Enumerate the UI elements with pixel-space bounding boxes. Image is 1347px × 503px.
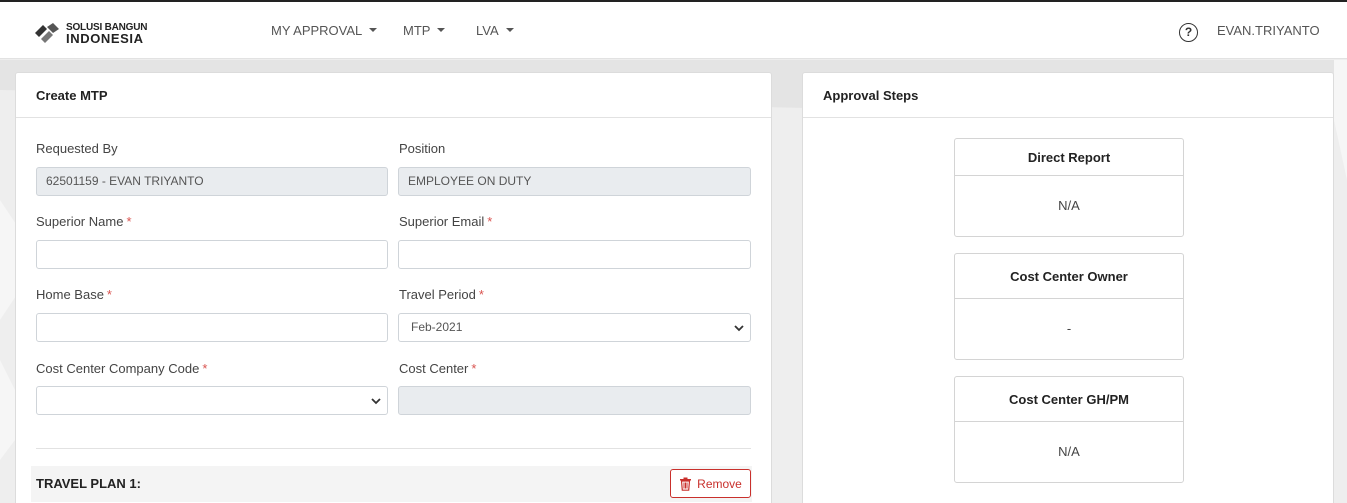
chevron-down-icon [371, 398, 381, 405]
approval-step-title: Cost Center Owner [955, 254, 1183, 299]
nav-mtp-label: MTP [403, 23, 431, 38]
cost-center-company-code-select[interactable] [36, 386, 388, 415]
chevron-down-icon [734, 325, 744, 332]
nav-mtp[interactable]: MTP [403, 23, 446, 38]
approval-step-value: N/A [1058, 444, 1080, 459]
remove-button-label: Remove [697, 476, 742, 491]
home-base-input[interactable] [36, 313, 388, 342]
travel-plan-header: TRAVEL PLAN 1: Remove [31, 466, 752, 502]
nav-lva-label: LVA [476, 23, 499, 38]
required-mark: * [106, 287, 112, 302]
position-label: Position [399, 141, 446, 156]
requested-by-field: 62501159 - EVAN TRIYANTO [36, 167, 388, 196]
home-base-label-text: Home Base [36, 287, 104, 302]
home-base-label: Home Base * [36, 287, 112, 302]
form-divider [36, 448, 751, 449]
travel-period-label: Travel Period * [399, 287, 484, 302]
cost-center-label-text: Cost Center [399, 361, 469, 376]
create-mtp-card: Create MTP Requested By 62501159 - EVAN … [15, 72, 772, 503]
remove-travel-plan-button[interactable]: Remove [670, 469, 751, 498]
brand-logo[interactable]: SOLUSI BANGUN INDONESIA [33, 21, 147, 45]
required-mark: * [487, 214, 493, 229]
approval-step-value: N/A [1058, 198, 1080, 213]
required-mark: * [202, 361, 208, 376]
required-mark: * [478, 287, 484, 302]
superior-name-input[interactable] [36, 240, 388, 269]
brand-name: SOLUSI BANGUN INDONESIA [66, 22, 147, 46]
brand-line2: INDONESIA [66, 31, 144, 46]
approval-steps-card: Approval Steps Direct Report N/A Cost Ce… [802, 72, 1334, 503]
approval-step-title: Direct Report [955, 139, 1183, 176]
required-mark: * [126, 214, 132, 229]
required-mark: * [471, 361, 477, 376]
caret-down-icon [369, 28, 378, 32]
approval-step-cost-center-gh-pm: Cost Center GH/PM N/A [954, 376, 1184, 483]
nav-my-approval[interactable]: MY APPROVAL [271, 23, 378, 38]
trash-icon [680, 477, 692, 491]
approval-step-direct-report: Direct Report N/A [954, 138, 1184, 237]
travel-period-select[interactable]: Feb-2021 [398, 313, 751, 342]
travel-plan-title: TRAVEL PLAN 1: [36, 476, 141, 491]
approval-step-value: - [1066, 321, 1072, 336]
top-navbar: SOLUSI BANGUN INDONESIA MY APPROVAL MTP … [0, 2, 1347, 59]
superior-email-input[interactable] [398, 240, 751, 269]
travel-period-value: Feb-2021 [411, 320, 463, 334]
superior-name-label-text: Superior Name [36, 214, 124, 229]
caret-down-icon [505, 28, 514, 32]
cost-center-company-code-label-text: Cost Center Company Code [36, 361, 200, 376]
superior-email-label-text: Superior Email [399, 214, 485, 229]
nav-my-approval-label: MY APPROVAL [271, 23, 363, 38]
cost-center-field [398, 386, 751, 415]
approval-steps-title: Approval Steps [803, 73, 1333, 118]
approval-step-title: Cost Center GH/PM [955, 377, 1183, 422]
caret-down-icon [437, 28, 446, 32]
help-icon[interactable]: ? [1179, 23, 1198, 42]
travel-period-label-text: Travel Period [399, 287, 476, 302]
nav-lva[interactable]: LVA [476, 23, 514, 38]
requested-by-label: Requested By [36, 141, 118, 156]
user-menu[interactable]: EVAN.TRIYANTO [1217, 23, 1320, 38]
cost-center-label: Cost Center * [399, 361, 476, 376]
superior-email-label: Superior Email * [399, 214, 492, 229]
create-mtp-title: Create MTP [16, 73, 771, 118]
brand-logo-icon [35, 23, 59, 43]
approval-step-cost-center-owner: Cost Center Owner - [954, 253, 1184, 360]
superior-name-label: Superior Name * [36, 214, 132, 229]
position-field: EMPLOYEE ON DUTY [398, 167, 751, 196]
cost-center-company-code-label: Cost Center Company Code * [36, 361, 207, 376]
